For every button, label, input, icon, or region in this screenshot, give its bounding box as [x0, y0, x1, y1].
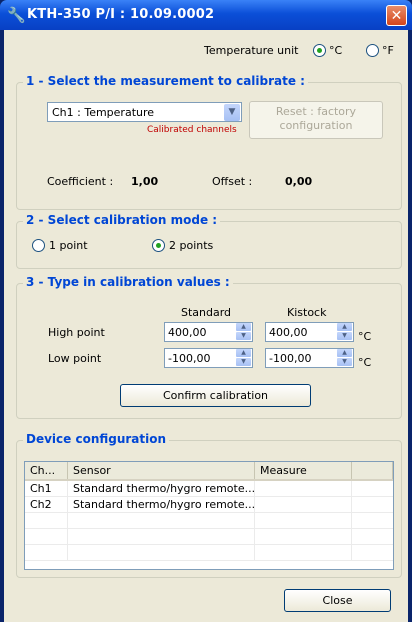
offset-label: Offset : — [212, 175, 253, 188]
low-point-kistock-field[interactable]: -100,00 ▲ ▼ — [265, 348, 354, 368]
reset-factory-button[interactable]: Reset : factory configuration — [249, 101, 383, 139]
low-point-label: Low point — [48, 352, 102, 365]
low-point-unit: °C — [358, 356, 372, 369]
column-header-channel[interactable]: Ch... — [25, 462, 68, 479]
window-close-button[interactable]: ✕ — [386, 5, 407, 26]
table-row[interactable]: Ch2 Standard thermo/hygro remote... — [25, 497, 393, 513]
unit-celsius-label[interactable]: °C — [329, 44, 342, 57]
device-configuration-title: Device configuration — [23, 432, 170, 446]
section3-title: 3 - Type in calibration values : — [23, 275, 233, 289]
calibrated-channels-note: Calibrated channels — [147, 125, 237, 135]
empty-row — [25, 513, 393, 529]
high-point-standard-field[interactable]: 400,00 ▲ ▼ — [164, 322, 253, 342]
title-bar[interactable]: 🔧 KTH-350 P/I : 10.09.0002 ✕ — [0, 0, 412, 30]
measurement-group: 1 - Select the measurement to calibrate … — [16, 74, 402, 210]
row-channel: Ch2 — [25, 497, 68, 512]
dialog-body: Temperature unit °C °F 1 - Select the me… — [4, 30, 408, 622]
spinner-icon[interactable]: ▲ ▼ — [236, 323, 251, 341]
kistock-column-label: Kistock — [287, 306, 327, 319]
section1-title: 1 - Select the measurement to calibrate … — [23, 74, 308, 88]
mode-1-point-radio[interactable] — [32, 239, 45, 252]
standard-column-label: Standard — [181, 306, 232, 319]
row-sensor: Standard thermo/hygro remote... — [68, 497, 255, 512]
calibration-mode-group: 2 - Select calibration mode : 1 point 2 … — [16, 213, 402, 269]
empty-row — [25, 545, 393, 561]
device-configuration-group: Device configuration Ch... Sensor Measur… — [16, 432, 402, 578]
close-button[interactable]: Close — [284, 589, 391, 612]
wrench-icon: 🔧 — [7, 6, 26, 24]
table-row[interactable]: Ch1 Standard thermo/hygro remote... — [25, 481, 393, 497]
spinner-icon[interactable]: ▲ ▼ — [337, 349, 352, 367]
row-channel: Ch1 — [25, 481, 68, 496]
spinner-icon[interactable]: ▲ ▼ — [337, 323, 352, 341]
row-measure — [255, 481, 352, 496]
row-sensor: Standard thermo/hygro remote... — [68, 481, 255, 496]
column-header-measure[interactable]: Measure — [255, 462, 352, 479]
high-point-kistock-field[interactable]: 400,00 ▲ ▼ — [265, 322, 354, 342]
chevron-down-icon[interactable]: ▼ — [224, 104, 240, 121]
low-point-kistock-value: -100,00 — [269, 352, 312, 365]
row-measure — [255, 497, 352, 512]
unit-fahrenheit-label[interactable]: °F — [382, 44, 394, 57]
low-point-standard-field[interactable]: -100,00 ▲ ▼ — [164, 348, 253, 368]
column-header-sensor[interactable]: Sensor — [68, 462, 255, 479]
high-point-standard-value: 400,00 — [168, 326, 207, 339]
mode-2-points-label[interactable]: 2 points — [169, 239, 213, 252]
spinner-icon[interactable]: ▲ ▼ — [236, 349, 251, 367]
unit-celsius-radio[interactable] — [313, 44, 326, 57]
calibration-values-group: 3 - Type in calibration values : Standar… — [16, 275, 402, 419]
confirm-calibration-button[interactable]: Confirm calibration — [120, 384, 311, 407]
high-point-label: High point — [48, 326, 105, 339]
low-point-standard-value: -100,00 — [168, 352, 211, 365]
coefficient-value: 1,00 — [131, 175, 159, 188]
coefficient-label: Coefficient : — [47, 175, 114, 188]
empty-row — [25, 529, 393, 545]
calibration-window: 🔧 KTH-350 P/I : 10.09.0002 ✕ Temperature… — [0, 0, 412, 622]
measurement-select-value: Ch1 : Temperature — [52, 106, 155, 119]
device-list-header: Ch... Sensor Measure — [25, 462, 393, 481]
column-header-filler — [352, 462, 393, 479]
temperature-unit-label: Temperature unit — [204, 44, 299, 57]
measurement-select[interactable]: Ch1 : Temperature ▼ — [47, 102, 242, 122]
high-point-kistock-value: 400,00 — [269, 326, 308, 339]
device-list[interactable]: Ch... Sensor Measure Ch1 Standard thermo… — [24, 461, 394, 570]
high-point-unit: °C — [358, 330, 372, 343]
mode-1-point-label[interactable]: 1 point — [49, 239, 88, 252]
section2-title: 2 - Select calibration mode : — [23, 213, 221, 227]
unit-fahrenheit-radio[interactable] — [366, 44, 379, 57]
offset-value: 0,00 — [285, 175, 313, 188]
mode-2-points-radio[interactable] — [152, 239, 165, 252]
window-title: KTH-350 P/I : 10.09.0002 — [27, 7, 215, 22]
